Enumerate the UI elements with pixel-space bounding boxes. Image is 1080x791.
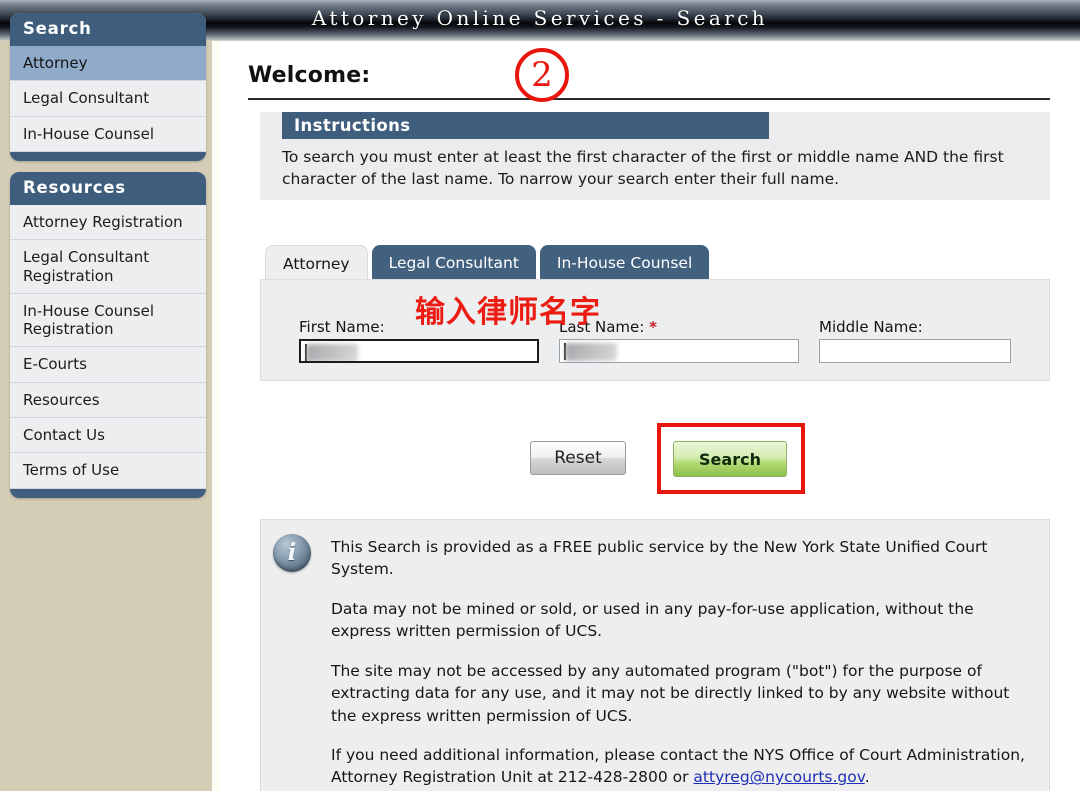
instructions-title: Instructions: [282, 112, 769, 139]
sidebar-item-terms-of-use[interactable]: Terms of Use: [10, 453, 206, 489]
sidebar-item-contact-us[interactable]: Contact Us: [10, 418, 206, 454]
sidebar-item-legal-consultant[interactable]: Legal Consultant: [10, 81, 206, 117]
sidebar-item-in-house-counsel[interactable]: In-House Counsel: [10, 116, 206, 152]
sidebar-group-resources-footer: [10, 488, 206, 498]
sidebar-item-attorney[interactable]: Attorney: [10, 45, 206, 82]
disclaimer-contact-paragraph: If you need additional information, plea…: [331, 744, 1031, 789]
instructions-panel: Instructions To search you must enter at…: [260, 112, 1050, 200]
sidebar-edge-divider: [212, 41, 220, 791]
tab-attorney[interactable]: Attorney: [265, 245, 368, 281]
info-icon-glyph: i: [287, 538, 297, 566]
welcome-row: Welcome:: [248, 63, 1050, 88]
first-name-input[interactable]: [299, 339, 539, 363]
sidebar-group-search-heading: Search: [10, 13, 206, 46]
title-divider: [248, 98, 1050, 100]
info-icon: i: [273, 534, 311, 572]
attyreg-email-link[interactable]: attyreg@nycourts.gov: [693, 768, 864, 786]
disclaimer-panel: i This Search is provided as a FREE publ…: [260, 519, 1050, 791]
sidebar-item-in-house-counsel-registration[interactable]: In-House Counsel Registration: [10, 293, 206, 348]
disclaimer-paragraph-3: The site may not be accessed by any auto…: [331, 662, 1010, 725]
sidebar-group-search: Search Attorney Legal Consultant In-Hous…: [10, 13, 206, 161]
step-number-annotation: 2: [515, 48, 569, 102]
disclaimer-paragraph-1: This Search is provided as a FREE public…: [331, 538, 988, 579]
redacted-value: [306, 344, 358, 361]
sidebar-item-e-courts[interactable]: E-Courts: [10, 347, 206, 383]
disclaimer-paragraph-2: Data may not be mined or sold, or used i…: [331, 600, 974, 641]
contact-period: .: [864, 768, 870, 787]
sidebar-group-resources: Resources Attorney Registration Legal Co…: [10, 172, 206, 498]
sidebar-group-search-footer: [10, 151, 206, 161]
contact-text: If you need additional information, plea…: [331, 746, 1025, 787]
chinese-instruction-annotation: 输入律师名字: [415, 295, 601, 330]
sidebar-item-resources[interactable]: Resources: [10, 382, 206, 419]
main-content: Welcome: Instructions To search you must…: [220, 41, 1080, 791]
middle-name-field-group: Middle Name:: [819, 318, 1011, 363]
tab-in-house-counsel[interactable]: In-House Counsel: [539, 245, 710, 281]
sidebar-item-attorney-registration[interactable]: Attorney Registration: [10, 204, 206, 241]
sidebar-group-resources-heading: Resources: [10, 172, 206, 205]
sidebar-item-legal-consultant-registration[interactable]: Legal Consultant Registration: [10, 240, 206, 294]
reset-button[interactable]: Reset: [530, 441, 626, 475]
tab-legal-consultant[interactable]: Legal Consultant: [371, 245, 536, 281]
middle-name-label: Middle Name:: [819, 318, 923, 336]
last-name-input[interactable]: [559, 339, 799, 363]
required-asterisk: *: [649, 318, 657, 336]
redacted-value: [565, 343, 617, 361]
search-button[interactable]: Search: [673, 441, 787, 477]
page-root: Attorney Online Services - Search Search…: [0, 0, 1080, 791]
attorney-search-form: First Name: Last Name: * Middle Name:: [260, 279, 1050, 381]
middle-name-input[interactable]: [819, 339, 1011, 363]
instructions-body: To search you must enter at least the fi…: [282, 148, 1004, 188]
search-type-tabs: Attorney Legal Consultant In-House Couns…: [260, 243, 1050, 281]
page-title: Welcome:: [248, 63, 371, 88]
